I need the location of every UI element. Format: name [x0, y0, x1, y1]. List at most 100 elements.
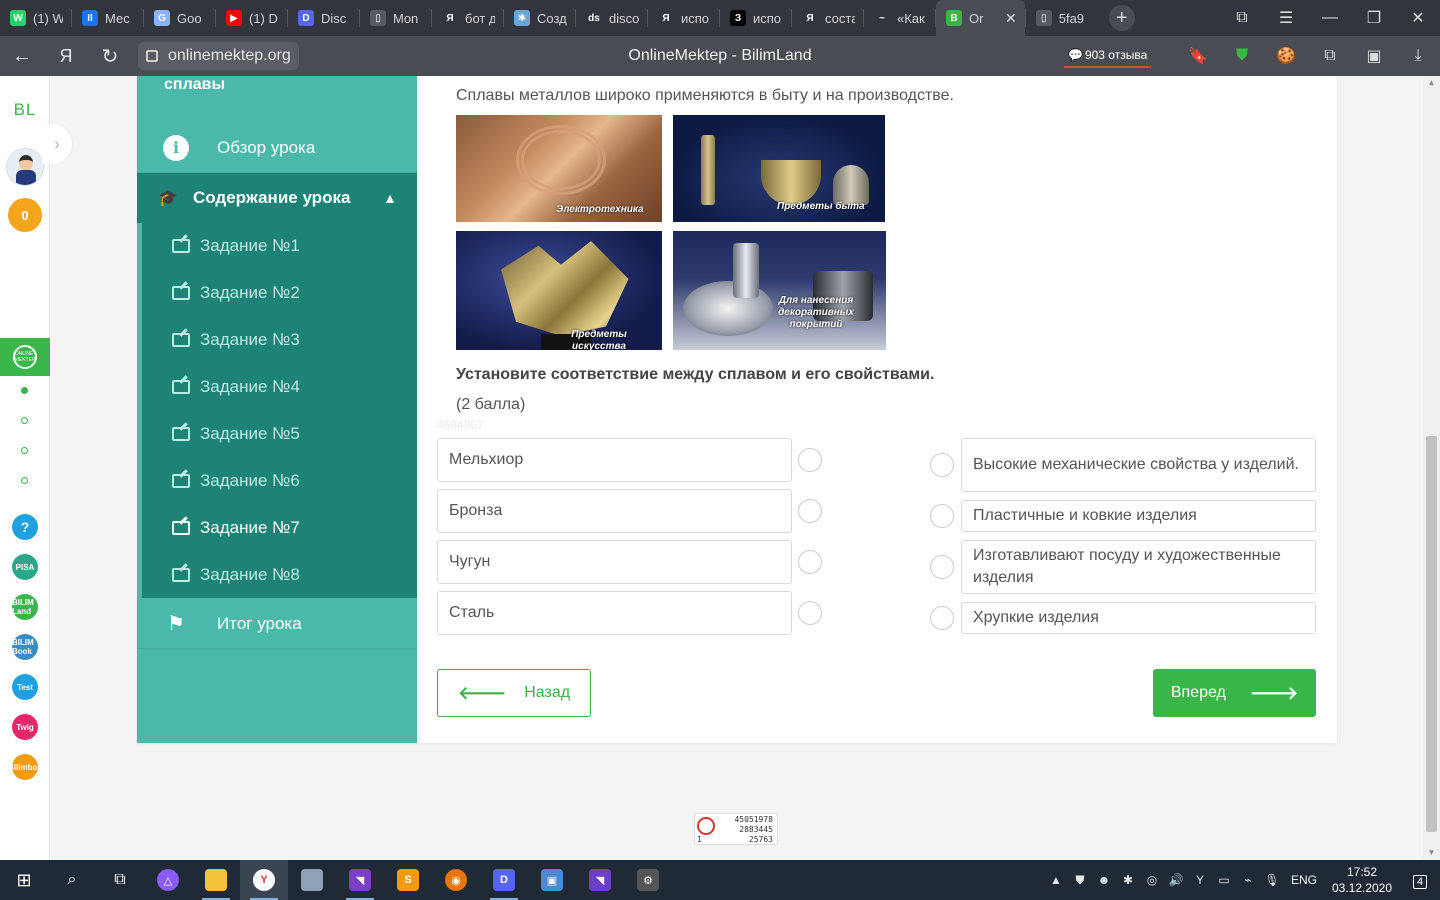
- scroll-up-icon[interactable]: ▲: [1423, 76, 1440, 90]
- shield-tray-icon[interactable]: ⛊: [1068, 873, 1092, 888]
- file-explorer-icon[interactable]: [192, 860, 240, 900]
- network-icon[interactable]: ▭: [1212, 873, 1236, 887]
- collections-icon[interactable]: ⧉: [1308, 36, 1352, 76]
- left-connector-radio[interactable]: [798, 601, 822, 625]
- task-view-icon[interactable]: ⧉: [96, 860, 144, 900]
- yandex-browser-icon[interactable]: Y: [240, 860, 288, 900]
- browser-tab[interactable]: Яиспо: [648, 0, 719, 36]
- task-item-4[interactable]: Задание №4: [142, 363, 417, 410]
- property-option[interactable]: Хрупкие изделия: [961, 602, 1316, 634]
- right-connector-radio[interactable]: [930, 606, 954, 630]
- yandex-tray-icon[interactable]: Y: [1188, 873, 1212, 887]
- nav-lesson-overview[interactable]: i Обзор урока: [137, 123, 417, 173]
- task-item-6[interactable]: Задание №6: [142, 457, 417, 504]
- tray-app-icon[interactable]: ▲: [1044, 873, 1068, 887]
- browser-tab[interactable]: Ясоста: [792, 0, 863, 36]
- steam-tray-icon[interactable]: ◎: [1140, 873, 1164, 887]
- task-item-1[interactable]: Задание №1: [142, 222, 417, 269]
- progress-dot[interactable]: [21, 447, 28, 454]
- back-button[interactable]: 🡐 Назад: [437, 669, 591, 717]
- browser-tab[interactable]: ▶ (1) D: [216, 0, 287, 36]
- twig-app-icon[interactable]: Twig: [12, 714, 38, 740]
- search-icon[interactable]: ⌕: [48, 860, 96, 900]
- back-nav-button[interactable]: ←: [0, 36, 44, 76]
- volume-icon[interactable]: 🔊: [1164, 873, 1188, 887]
- browser-tab[interactable]: II Мес: [72, 0, 143, 36]
- nav-lesson-content[interactable]: 🎓 Содержание урока ▲: [137, 173, 417, 223]
- progress-dot[interactable]: [21, 477, 28, 484]
- left-connector-radio[interactable]: [798, 448, 822, 472]
- nav-lesson-summary[interactable]: ⚑ Итог урока: [137, 599, 417, 649]
- discord-app-icon[interactable]: D: [480, 860, 528, 900]
- tab-manager-icon[interactable]: ⧉: [1220, 0, 1264, 36]
- coins-badge[interactable]: 0: [8, 198, 42, 232]
- downloads-icon[interactable]: ⤓: [1396, 36, 1440, 76]
- close-window-button[interactable]: ✕: [1396, 0, 1440, 36]
- left-connector-radio[interactable]: [798, 550, 822, 574]
- page-scrollbar[interactable]: ▲ ▼: [1423, 76, 1440, 860]
- pisa-app-icon[interactable]: PISA: [12, 554, 38, 580]
- right-connector-radio[interactable]: [930, 555, 954, 579]
- start-button[interactable]: ⊞: [0, 860, 48, 900]
- browser-tab[interactable]: Ябот д: [432, 0, 503, 36]
- notifications-icon[interactable]: 4: [1400, 872, 1440, 889]
- avatar[interactable]: [6, 148, 44, 186]
- protect-shield-icon[interactable]: ⛊: [1220, 36, 1264, 76]
- browser-tab[interactable]: ds disco: [576, 0, 647, 36]
- property-option[interactable]: Высокие механические свойства у изделий.: [961, 438, 1316, 492]
- browser-tab[interactable]: W (1) W: [0, 0, 71, 36]
- close-tab-icon[interactable]: ✕: [1005, 10, 1017, 27]
- bilimland-app-icon[interactable]: BILIM Land: [12, 594, 38, 620]
- bookmark-icon[interactable]: 🔖: [1176, 36, 1220, 76]
- browser-tab[interactable]: ✱ Созд: [504, 0, 575, 36]
- next-button[interactable]: Вперед 🡒: [1153, 669, 1316, 717]
- sublime-text-icon[interactable]: S: [384, 860, 432, 900]
- alloy-option[interactable]: Сталь: [437, 591, 792, 635]
- alloy-option[interactable]: Бронза: [437, 489, 792, 533]
- property-option[interactable]: Изготавливают посуду и художественные из…: [961, 540, 1316, 594]
- bilimland-logo[interactable]: BL: [0, 100, 50, 120]
- browser-tab[interactable]: B Or ✕: [936, 0, 1025, 36]
- browser-tab[interactable]: D Disc: [288, 0, 359, 36]
- microphone-icon[interactable]: 🎙: [1260, 873, 1284, 887]
- url-field[interactable]: onlinemektep.org: [138, 42, 299, 70]
- browser-tab[interactable]: G Goo: [144, 0, 215, 36]
- minimize-button[interactable]: —: [1308, 0, 1352, 36]
- visual-studio-2-icon[interactable]: ◥: [576, 860, 624, 900]
- task-item-7[interactable]: Задание №7: [142, 504, 417, 551]
- browser-tab[interactable]: ▯ 5fa9: [1026, 0, 1097, 36]
- online-mektep-nav[interactable]: ONLINE MEKTEP: [0, 338, 50, 376]
- yandex-home-button[interactable]: Я: [44, 36, 88, 76]
- scrollbar-thumb[interactable]: [1426, 436, 1437, 832]
- cookie-icon[interactable]: 🍪: [1264, 36, 1308, 76]
- left-connector-radio[interactable]: [798, 499, 822, 523]
- menu-icon[interactable]: ☰: [1264, 0, 1308, 36]
- usb-icon[interactable]: ⌁: [1236, 873, 1260, 887]
- tray-app-icon[interactable]: ✱: [1116, 873, 1140, 887]
- task-item-2[interactable]: Задание №2: [142, 269, 417, 316]
- discord-tray-icon[interactable]: ☻: [1092, 873, 1116, 887]
- task-item-3[interactable]: Задание №3: [142, 316, 417, 363]
- bilimbook-app-icon[interactable]: BILIM Book: [12, 634, 38, 660]
- progress-dot[interactable]: [21, 387, 28, 394]
- browser-tab[interactable]: ~ «Как: [864, 0, 935, 36]
- right-connector-radio[interactable]: [930, 453, 954, 477]
- remote-desktop-icon[interactable]: ▣: [528, 860, 576, 900]
- reviews-badge[interactable]: 💬 903 отзыва: [1064, 44, 1152, 68]
- bilimbox-app-icon[interactable]: Bilimbox: [8, 754, 42, 780]
- reload-button[interactable]: ↻: [88, 36, 132, 76]
- property-option[interactable]: Пластичные и ковкие изделия: [961, 500, 1316, 532]
- progress-dot[interactable]: [21, 417, 28, 424]
- visit-counter[interactable]: 45051978 2883445 1 25763: [694, 813, 778, 845]
- bilim-test-app-icon[interactable]: Test: [12, 674, 38, 700]
- browser-tab[interactable]: Зиспо: [720, 0, 791, 36]
- alice-assistant-icon[interactable]: △: [144, 860, 192, 900]
- game-app-icon[interactable]: ⚙: [624, 860, 672, 900]
- photos-app-icon[interactable]: [288, 860, 336, 900]
- task-item-5[interactable]: Задание №5: [142, 410, 417, 457]
- browser-tab[interactable]: ▯ Mon: [360, 0, 431, 36]
- clock[interactable]: 17:52 03.12.2020: [1324, 864, 1400, 896]
- new-tab-button[interactable]: +: [1108, 5, 1135, 31]
- language-indicator[interactable]: ENG: [1284, 873, 1324, 887]
- right-connector-radio[interactable]: [930, 504, 954, 528]
